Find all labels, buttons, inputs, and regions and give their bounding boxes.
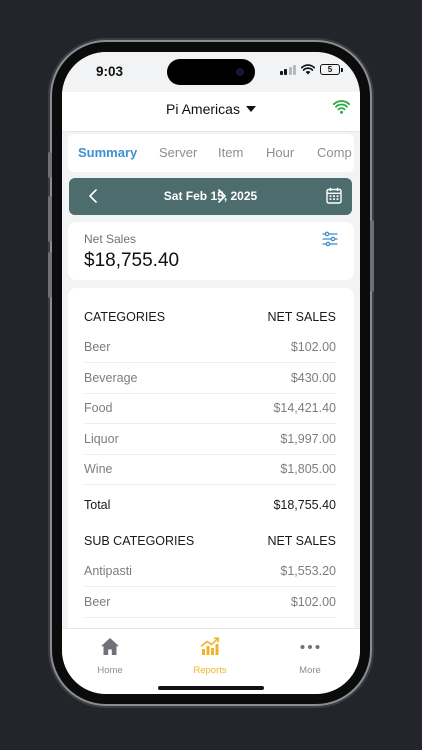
venue-name: Pi Americas [166, 101, 240, 117]
power-button [370, 220, 374, 292]
volume-down-button [48, 252, 52, 298]
tab-bar-reports-label: Reports [193, 665, 227, 676]
categories-total-row: Total $18,755.40 [84, 498, 336, 513]
net-sales-card: Net Sales $18,755.40 [68, 222, 354, 280]
net-sales-value: $18,755.40 [84, 250, 180, 271]
venue-selector[interactable]: Pi Americas [62, 101, 360, 117]
bottom-tab-bar: Home Reports More [62, 628, 360, 694]
tab-bar-more[interactable]: More [270, 637, 350, 676]
volume-up-button [48, 196, 52, 242]
battery-level: 5 [327, 64, 333, 74]
list-item[interactable]: Beer $102.00 [84, 587, 336, 618]
net-sales-label: Net Sales [84, 232, 137, 246]
tab-item[interactable]: Item [218, 145, 243, 160]
tab-bar-home[interactable]: Home [70, 637, 150, 676]
status-time: 9:03 [96, 64, 124, 79]
list-item[interactable]: Wine $1,805.00 [84, 455, 336, 485]
cellular-signal-icon [279, 64, 296, 75]
app-screen: 9:03 5 Pi Americas Summary Server Item H… [62, 52, 360, 694]
tab-hour[interactable]: Hour [266, 145, 294, 160]
status-bar: 9:03 5 [62, 52, 360, 92]
selected-date[interactable]: Sat Feb 15, 2025 [69, 189, 352, 203]
top-bar: Pi Americas [62, 92, 360, 132]
tab-comp[interactable]: Comp [317, 145, 352, 160]
mute-switch [48, 152, 52, 178]
report-tabs: Summary Server Item Hour Comp [68, 134, 354, 172]
sales-breakdown: CATEGORIES NET SALES Beer $102.00 Beverage… [68, 288, 354, 648]
list-item[interactable]: Liquor $1,997.00 [84, 424, 336, 455]
tab-server[interactable]: Server [159, 145, 197, 160]
chevron-right-icon[interactable] [217, 189, 227, 203]
tab-summary[interactable]: Summary [78, 145, 137, 160]
date-navigator: Sat Feb 15, 2025 [69, 178, 352, 215]
list-item[interactable]: Food $14,421.40 [84, 394, 336, 424]
home-icon [101, 638, 119, 655]
list-item[interactable]: Antipasti $1,553.20 [84, 557, 336, 587]
tab-bar-more-label: More [299, 665, 321, 676]
dynamic-island [167, 59, 255, 85]
filter-sliders-icon[interactable] [322, 231, 338, 247]
reports-chart-icon [200, 637, 220, 655]
more-dots-icon [300, 645, 320, 649]
list-item[interactable]: Beverage $430.00 [84, 363, 336, 394]
calendar-icon[interactable] [326, 187, 342, 204]
battery-icon: 5 [320, 64, 343, 75]
home-indicator [158, 686, 264, 690]
tab-bar-reports[interactable]: Reports [170, 637, 250, 676]
caret-down-icon [245, 106, 256, 112]
list-item[interactable]: Beer $102.00 [84, 333, 336, 363]
wifi-status-icon [301, 64, 315, 75]
sub-categories-header: SUB CATEGORIES NET SALES [84, 534, 336, 549]
tab-bar-home-label: Home [97, 665, 123, 676]
wifi-connected-icon[interactable] [333, 100, 350, 114]
categories-header: CATEGORIES NET SALES [84, 310, 336, 325]
